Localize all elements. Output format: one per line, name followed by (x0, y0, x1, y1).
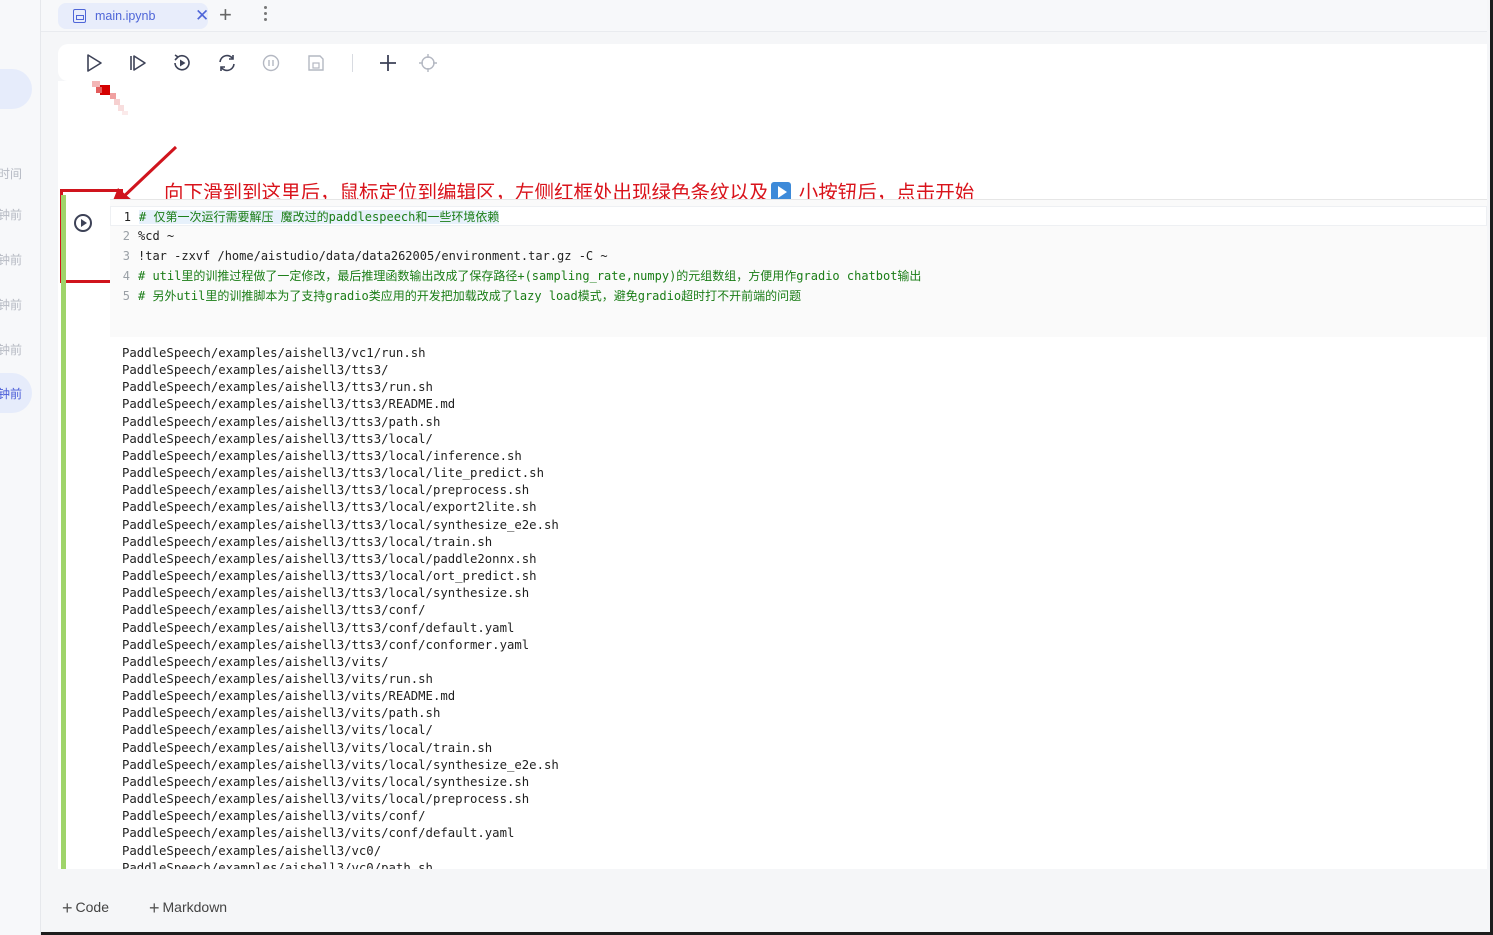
tab-bar: main.ipynb ✕ + (41, 0, 1487, 32)
run-all-icon[interactable] (127, 52, 149, 74)
output-line: PaddleSpeech/examples/aishell3/tts3/ (122, 363, 389, 378)
output-line: PaddleSpeech/examples/aishell3/vits/ (122, 654, 389, 669)
more-vertical-icon[interactable] (264, 6, 268, 24)
output-line: PaddleSpeech/examples/aishell3/tts3/loca… (122, 431, 433, 446)
output-line: PaddleSpeech/examples/aishell3/vits/loca… (122, 757, 559, 772)
interrupt-icon[interactable] (260, 52, 282, 74)
code-text: %cd ~ (138, 229, 175, 243)
add-code-cell-button[interactable]: + Code (62, 898, 109, 919)
output-line: PaddleSpeech/examples/aishell3/vits/run.… (122, 671, 433, 686)
toolbar-separator (352, 54, 353, 72)
output-line: PaddleSpeech/examples/aishell3/tts3/loca… (122, 483, 530, 498)
output-line: PaddleSpeech/examples/aishell3/vits/loca… (122, 723, 433, 738)
output-line: PaddleSpeech/examples/aishell3/tts3/loca… (122, 466, 544, 481)
output-line: PaddleSpeech/examples/aishell3/vc0/path.… (122, 860, 433, 869)
line-number: 1 (123, 210, 131, 224)
sidebar-item-5[interactable]: 钟前 (0, 385, 22, 402)
code-line[interactable]: 5 # 另外util里的训推脚本为了支持gradio类应用的开发把加载改成了laz… (110, 286, 801, 306)
output-line: PaddleSpeech/examples/aishell3/tts3/loca… (122, 569, 537, 584)
add-markdown-cell-button[interactable]: + Markdown (149, 898, 227, 919)
output-line: PaddleSpeech/examples/aishell3/vits/loca… (122, 792, 530, 807)
output-line: PaddleSpeech/examples/aishell3/tts3/loca… (122, 534, 493, 549)
output-line: PaddleSpeech/examples/aishell3/tts3/path… (122, 414, 441, 429)
output-line: PaddleSpeech/examples/aishell3/tts3/conf… (122, 637, 530, 652)
output-line: PaddleSpeech/examples/aishell3/vits/conf… (122, 809, 426, 824)
output-line: PaddleSpeech/examples/aishell3/tts3/run.… (122, 380, 433, 395)
notebook-file-icon (73, 9, 86, 23)
history-sidebar: 时间 钟前 钟前 钟前 钟前 钟前 (0, 0, 41, 935)
cell-selected-bar[interactable] (61, 195, 66, 869)
line-number: 4 (122, 269, 130, 283)
run-cell-button[interactable] (74, 214, 92, 232)
output-line: PaddleSpeech/examples/aishell3/vits/READ… (122, 689, 456, 704)
output-line: PaddleSpeech/examples/aishell3/vc1/run.s… (122, 346, 426, 360)
output-line: PaddleSpeech/examples/aishell3/tts3/loca… (122, 551, 537, 566)
output-line: PaddleSpeech/examples/aishell3/tts3/conf… (122, 620, 515, 635)
output-line: PaddleSpeech/examples/aishell3/tts3/conf… (122, 603, 426, 618)
output-line: PaddleSpeech/examples/aishell3/vits/loca… (122, 774, 530, 789)
plus-icon: + (149, 898, 160, 918)
pixelated-image (92, 81, 128, 115)
plus-icon: + (62, 898, 73, 918)
add-tab-icon[interactable]: + (219, 2, 232, 28)
restart-icon[interactable] (216, 52, 238, 74)
output-line: PaddleSpeech/examples/aishell3/tts3/loca… (122, 517, 559, 532)
save-icon[interactable] (305, 52, 327, 74)
code-text: # 另外util里的训推脚本为了支持gradio类应用的开发把加载改成了lazy… (138, 289, 802, 303)
output-line: PaddleSpeech/examples/aishell3/tts3/READ… (122, 397, 456, 412)
code-editor[interactable]: 1 # 仅第一次运行需要解压 魔改过的paddlespeech和一些环境依赖 2%… (110, 199, 1487, 337)
sidebar-item-2[interactable]: 钟前 (0, 251, 22, 268)
output-line: PaddleSpeech/examples/aishell3/vc0/ (122, 843, 382, 858)
line-number: 3 (122, 249, 130, 263)
notebook-toolbar (58, 44, 1487, 81)
sidebar-item-4[interactable]: 钟前 (0, 341, 22, 358)
output-line: PaddleSpeech/examples/aishell3/tts3/loca… (122, 448, 522, 463)
output-line: PaddleSpeech/examples/aishell3/vits/conf… (122, 826, 515, 841)
output-line: PaddleSpeech/examples/aishell3/vits/path… (122, 706, 441, 721)
line-number: 5 (122, 289, 130, 303)
notebook-panel: 向下滑到到这里后，鼠标定位到编辑区，左侧红框处出现绿色条纹以及 小按钮后，点击开… (41, 33, 1487, 929)
code-text: !tar -zxvf /home/aistudio/data/data26200… (138, 249, 608, 263)
add-cell-icon[interactable] (377, 52, 399, 74)
code-line[interactable]: 3 !tar -zxvf /home/aistudio/data/data2620… (110, 246, 608, 266)
close-icon[interactable]: ✕ (195, 6, 209, 26)
code-line[interactable]: 1 # 仅第一次运行需要解压 魔改过的paddlespeech和一些环境依赖 (110, 206, 1487, 226)
restart-run-icon[interactable] (171, 52, 193, 74)
tab-main-ipynb[interactable]: main.ipynb ✕ (58, 3, 209, 29)
code-text: # util里的训推过程做了一定修改，最后推理函数输出改成了保存路径+(samp… (138, 269, 922, 283)
add-code-label: Code (75, 899, 109, 915)
cell-output: PaddleSpeech/examples/aishell3/vc1/run.s… (122, 345, 1487, 869)
line-number: 2 (122, 229, 130, 243)
app-window: 时间 钟前 钟前 钟前 钟前 钟前 main.ipynb ✕ + 向下滑到到这里… (0, 0, 1493, 935)
run-icon[interactable] (83, 52, 105, 74)
tab-label: main.ipynb (95, 9, 156, 23)
code-line[interactable]: 2 %cd ~ (110, 226, 174, 246)
add-markdown-label: Markdown (162, 899, 228, 915)
code-text: # 仅第一次运行需要解压 魔改过的paddlespeech和一些环境依赖 (139, 210, 500, 224)
sidebar-item-0[interactable]: 时间 (0, 165, 22, 182)
sidebar-item-3[interactable]: 钟前 (0, 296, 22, 313)
code-line[interactable]: 4 # util里的训推过程做了一定修改，最后推理函数输出改成了保存路径+(sam… (110, 266, 922, 286)
sidebar-item-1[interactable]: 钟前 (0, 206, 22, 223)
output-line: PaddleSpeech/examples/aishell3/tts3/loca… (122, 500, 537, 515)
output-line: PaddleSpeech/examples/aishell3/vits/loca… (122, 740, 493, 755)
output-line: PaddleSpeech/examples/aishell3/tts3/loca… (122, 586, 530, 601)
kernel-status-icon (419, 54, 437, 72)
notebook-body: 向下滑到到这里后，鼠标定位到编辑区，左侧红框处出现绿色条纹以及 小按钮后，点击开… (58, 81, 1487, 869)
sidebar-active-pill[interactable] (0, 69, 32, 109)
